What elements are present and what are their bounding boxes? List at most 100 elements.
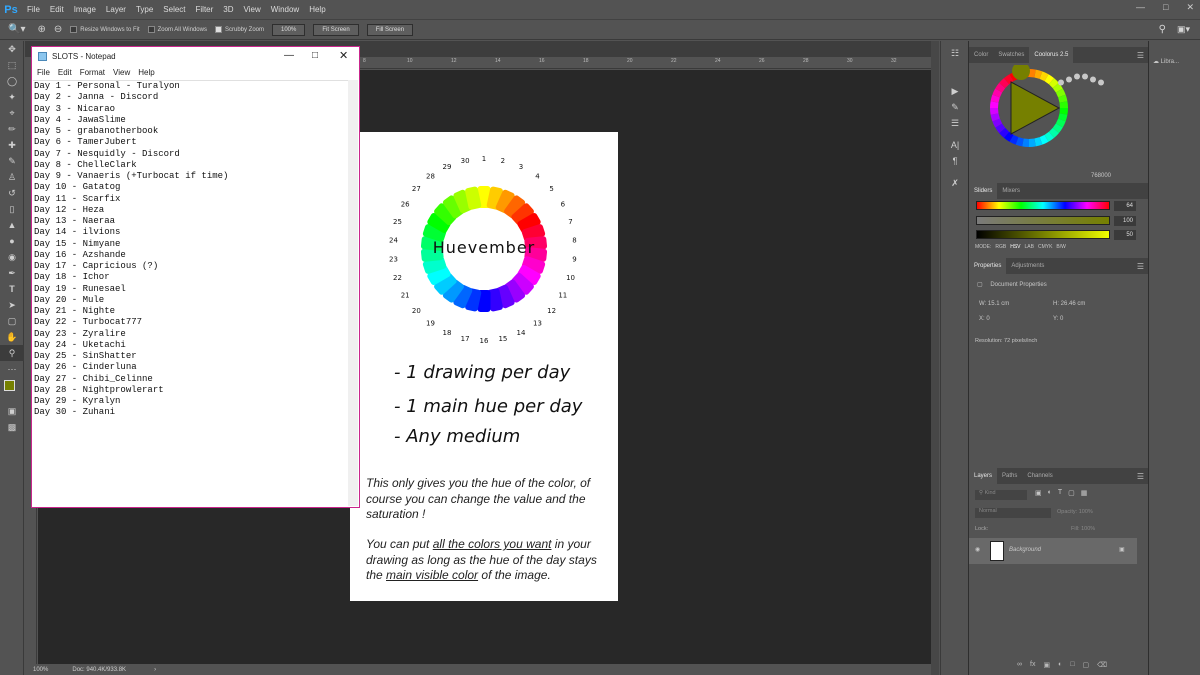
menu-help[interactable]: Help [304, 5, 330, 14]
hand-tool-icon[interactable]: ✋ [0, 329, 24, 345]
hex-value[interactable]: 768000 [1091, 173, 1111, 179]
close-icon[interactable]: ✕ [1186, 2, 1194, 13]
status-zoom[interactable]: 100% [33, 667, 48, 673]
mode-cmyk[interactable]: CMYK [1038, 244, 1052, 250]
tab-channels[interactable]: Channels [1022, 468, 1057, 484]
tab-paths[interactable]: Paths [997, 468, 1022, 484]
notepad-menu-help[interactable]: Help [138, 68, 154, 77]
zoom-in-icon[interactable]: ⊕ [37, 24, 45, 35]
notepad-menu-format[interactable]: Format [80, 68, 105, 77]
healing-tool-icon[interactable]: ✚ [0, 137, 24, 153]
delete-layer-icon[interactable]: ⌫ [1097, 661, 1107, 669]
tool-presets-icon[interactable]: ✗ [941, 175, 969, 191]
saturation-value[interactable]: 100 [1114, 216, 1136, 226]
zoom-value-field[interactable]: 100% [272, 23, 306, 36]
recent-color-dot[interactable] [1098, 79, 1104, 86]
menu-3d[interactable]: 3D [218, 5, 238, 14]
type-tool-icon[interactable]: T [0, 281, 24, 297]
recent-color-dot[interactable] [1058, 79, 1064, 86]
color-swatches[interactable] [0, 377, 24, 403]
height-field[interactable]: H: 26.46 cm [1053, 301, 1085, 307]
paragraph-panel-icon[interactable]: ¶ [941, 153, 969, 169]
menu-filter[interactable]: Filter [191, 5, 219, 14]
fill-screen-button[interactable]: Fill Screen [366, 23, 414, 36]
menu-layer[interactable]: Layer [101, 5, 131, 14]
zoom-all-windows-checkbox[interactable]: Zoom All Windows [147, 26, 207, 33]
marquee-tool-icon[interactable]: ⬚ [0, 57, 24, 73]
libraries-button[interactable]: ☁ Libra... [1153, 58, 1179, 65]
notepad-minimize-icon[interactable]: — [284, 50, 294, 61]
character-panel-icon[interactable]: A| [941, 137, 969, 153]
screen-mode-icon[interactable]: ▩ [0, 419, 24, 435]
blur-tool-icon[interactable]: ● [0, 233, 24, 249]
layers-menu-icon[interactable]: ☰ [1137, 472, 1144, 481]
foreground-color-swatch[interactable] [4, 380, 15, 391]
path-select-tool-icon[interactable]: ➤ [0, 297, 24, 313]
quick-mask-icon[interactable]: ▣ [0, 403, 24, 419]
more-tools-icon[interactable]: ⋯ [0, 361, 24, 377]
scrubby-zoom-checkbox[interactable]: Scrubby Zoom [214, 26, 264, 33]
menu-select[interactable]: Select [158, 5, 190, 14]
visibility-eye-icon[interactable]: ◉ [975, 546, 980, 553]
notepad-menu-file[interactable]: File [37, 68, 50, 77]
tab-adjustments[interactable]: Adjustments [1006, 258, 1049, 274]
new-layer-icon[interactable]: ▢ [1083, 661, 1090, 669]
coolorus-triangle[interactable] [1010, 81, 1061, 135]
hue-value[interactable]: 64 [1114, 201, 1136, 211]
filter-shape-icon[interactable]: ▢ [1068, 489, 1075, 497]
menu-edit[interactable]: Edit [45, 5, 69, 14]
x-field[interactable]: X: 0 [979, 316, 990, 322]
notepad-text-area[interactable]: Day 1 - Personal - Turalyon Day 2 - Janna… [33, 80, 349, 506]
stamp-tool-icon[interactable]: ♙ [0, 169, 24, 185]
saturation-slider[interactable] [976, 216, 1110, 225]
bucket-tool-icon[interactable]: ▲ [0, 217, 24, 233]
mask-icon[interactable]: ▣ [1043, 661, 1050, 669]
properties-menu-icon[interactable]: ☰ [1137, 262, 1144, 271]
zoom-tool-icon[interactable]: 🔍▾ [8, 24, 25, 35]
eyedropper-tool-icon[interactable]: ✏ [0, 121, 24, 137]
fit-screen-button[interactable]: Fit Screen [313, 23, 359, 36]
resize-windows-checkbox[interactable]: Resize Windows to Fit [70, 26, 140, 33]
notepad-maximize-icon[interactable]: □ [312, 50, 318, 61]
magic-wand-tool-icon[interactable]: ✦ [0, 89, 24, 105]
notepad-menu-edit[interactable]: Edit [58, 68, 72, 77]
notepad-menu-view[interactable]: View [113, 68, 130, 77]
link-layers-icon[interactable]: ∞ [1017, 661, 1022, 669]
notepad-scrollbar[interactable] [348, 80, 358, 506]
tab-color[interactable]: Color [969, 47, 993, 63]
recent-color-dot[interactable] [1090, 76, 1096, 83]
layer-name[interactable]: Background [1009, 547, 1041, 553]
menu-image[interactable]: Image [69, 5, 101, 14]
filter-smart-icon[interactable]: ▦ [1081, 489, 1088, 497]
history-brush-icon[interactable]: ↺ [0, 185, 24, 201]
notepad-window[interactable]: SLOTS - Notepad — □ ✕ File Edit Format V… [31, 46, 360, 508]
width-field[interactable]: W: 15.1 cm [979, 301, 1009, 307]
notepad-close-icon[interactable]: ✕ [339, 49, 348, 62]
tab-coolorus[interactable]: Coolorus 2.5 [1029, 47, 1074, 63]
blend-mode-select[interactable]: Normal [975, 508, 1051, 518]
tab-properties[interactable]: Properties [969, 258, 1007, 274]
mode-lab[interactable]: LAB [1025, 244, 1034, 250]
move-tool-icon[interactable]: ✥ [0, 41, 24, 57]
vertical-scrollbar[interactable] [931, 41, 939, 675]
adjustment-layer-icon[interactable]: ◐ [1058, 661, 1062, 669]
zoom-out-icon[interactable]: ⊖ [54, 24, 62, 35]
filter-type-icon[interactable]: T [1058, 489, 1062, 497]
brush-tool-icon[interactable]: ✎ [0, 153, 24, 169]
mode-bw[interactable]: B/W [1056, 244, 1065, 250]
tab-swatches[interactable]: Swatches [993, 47, 1029, 63]
menu-file[interactable]: File [22, 5, 45, 14]
recent-color-dot[interactable] [1066, 76, 1072, 83]
fx-icon[interactable]: fx [1030, 661, 1035, 669]
tab-mixers[interactable]: Mixers [997, 183, 1025, 199]
mode-hsv[interactable]: HSV [1010, 244, 1020, 250]
tab-layers[interactable]: Layers [969, 468, 998, 484]
mode-rgb[interactable]: RGB [995, 244, 1006, 250]
status-arrow-icon[interactable]: › [154, 667, 156, 673]
layer-row-background[interactable]: ◉ Background ▣ [969, 538, 1137, 564]
shape-tool-icon[interactable]: ▢ [0, 313, 24, 329]
adjust-panel-icon[interactable]: ☰ [941, 115, 969, 131]
menu-view[interactable]: View [239, 5, 266, 14]
notepad-titlebar[interactable]: SLOTS - Notepad — □ ✕ [32, 47, 359, 66]
dodge-tool-icon[interactable]: ◉ [0, 249, 24, 265]
